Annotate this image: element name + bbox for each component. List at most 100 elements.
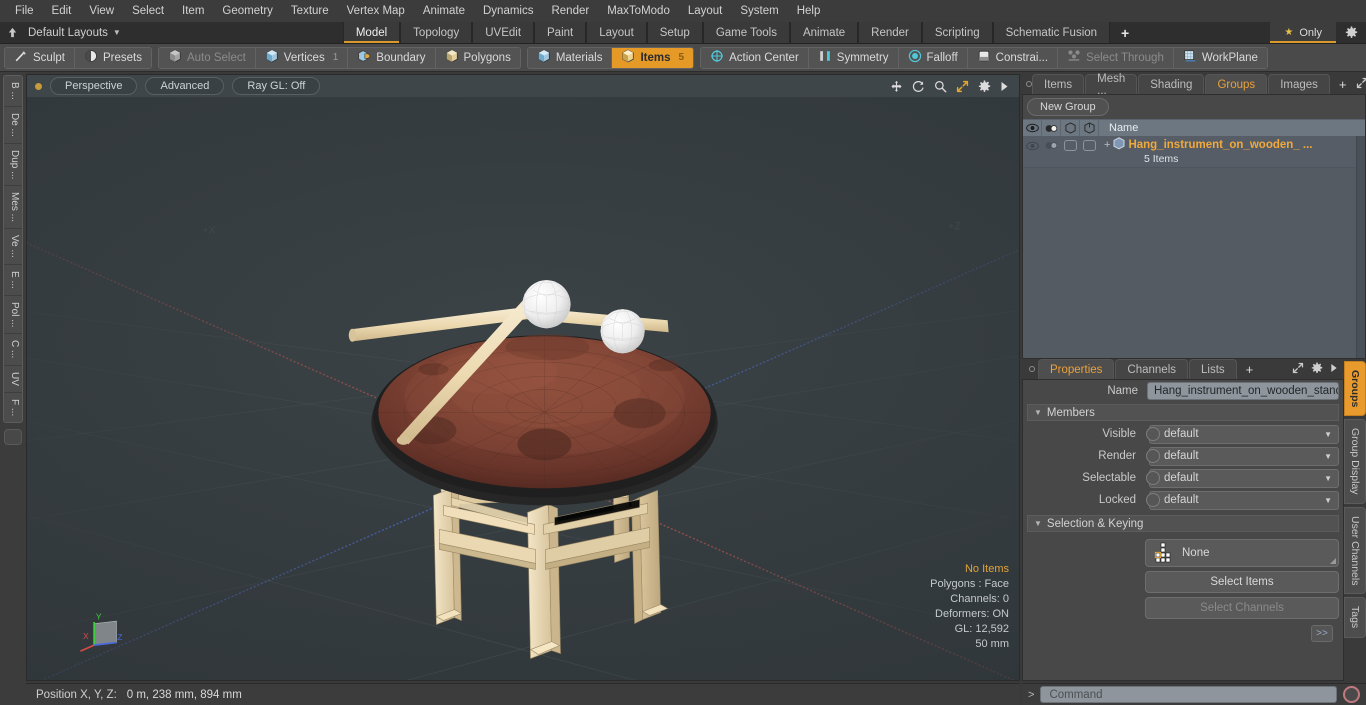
gear-icon[interactable] [978,79,991,93]
handpan-on-wooden-stand-model[interactable] [27,97,1019,678]
menu-item-layout[interactable]: Layout [679,2,732,20]
right-vtab-user-channels[interactable]: User Channels [1344,506,1366,595]
members-section-header[interactable]: ▼ Members [1027,404,1339,421]
row-lock-checkbox[interactable] [1080,136,1099,155]
toolbar-button-symmetry[interactable]: Symmetry [808,47,899,68]
toolbar-button-workplane[interactable]: WorkPlane [1173,47,1267,68]
home-icon[interactable] [0,22,24,43]
toolbar-button-presets[interactable]: Presets [74,47,151,68]
move-icon[interactable] [890,80,903,93]
add-layout-tab-button[interactable]: + [1110,22,1140,43]
chevron-right-icon[interactable] [1330,363,1338,376]
zoom-icon[interactable] [934,80,947,93]
property-toggle-selectable[interactable] [1146,471,1160,485]
toolbar-button-select-through[interactable]: Select Through [1058,47,1174,68]
viewport-menu-dot-icon[interactable] [35,82,42,90]
selection-set-picker[interactable]: None [1145,539,1339,567]
tab-lists[interactable]: Lists [1189,359,1237,379]
menu-item-animate[interactable]: Animate [414,2,474,20]
property-dropdown-locked[interactable]: default ▼ [1149,490,1339,510]
tab-groups[interactable]: Groups [1205,74,1268,94]
viewport-raygl-button[interactable]: Ray GL: Off [232,77,321,95]
select-items-button[interactable]: Select Items [1145,571,1339,593]
menu-item-file[interactable]: File [6,2,43,20]
menu-item-edit[interactable]: Edit [43,2,81,20]
layout-tab-setup[interactable]: Setup [646,22,703,43]
row-selectable-checkbox[interactable] [1061,136,1080,155]
right-vtab-groups[interactable]: Groups [1344,361,1366,417]
only-toggle[interactable]: ★ Only [1270,22,1336,43]
viewport-shading-button[interactable]: Advanced [145,77,225,95]
layout-tab-schematic-fusion[interactable]: Schematic Fusion [992,22,1111,43]
toolbar-button-vertices[interactable]: Vertices 1 [255,47,349,68]
menu-item-texture[interactable]: Texture [282,2,338,20]
left-tool-tab-8[interactable]: UV [4,366,22,393]
groups-list[interactable]: + Hang_instrument_on_wooden_ ... 5 Items [1023,136,1365,358]
add-groups-tab-button[interactable]: + [1331,74,1355,94]
tab-images[interactable]: Images [1268,74,1330,94]
layout-tab-scripting[interactable]: Scripting [921,22,993,43]
tab-items[interactable]: Items [1032,74,1085,94]
toolbar-button-sculpt[interactable]: Sculpt [5,47,75,68]
axis-gizmo[interactable]: X Y Z [75,610,127,658]
property-dropdown-render[interactable]: default ▼ [1149,446,1339,466]
menu-item-maxtomodo[interactable]: MaxToModo [598,2,679,20]
command-input[interactable]: Command [1040,686,1337,703]
toolbar-button-action-center[interactable]: Action Center [701,47,809,68]
left-tool-tab-4[interactable]: Ve ... [4,229,22,265]
menu-item-render[interactable]: Render [542,2,598,20]
selection-keying-section-header[interactable]: ▼ Selection & Keying [1027,515,1339,532]
layout-tab-topology[interactable]: Topology [400,22,473,43]
add-properties-tab-button[interactable]: + [1238,359,1262,379]
panel-menu-dot-icon[interactable] [1026,359,1038,379]
gear-icon[interactable] [1311,361,1323,377]
expand-icon[interactable] [1292,362,1304,377]
toolbar-button-materials[interactable]: Materials [527,47,613,68]
menu-item-geometry[interactable]: Geometry [213,2,282,20]
left-tool-tab-0[interactable]: B ... [4,76,22,107]
table-row[interactable]: + Hang_instrument_on_wooden_ ... 5 Items [1023,136,1365,168]
gear-icon[interactable] [1336,22,1366,43]
left-tool-tab-7[interactable]: C ... [4,334,22,366]
menu-item-help[interactable]: Help [788,2,830,20]
tab-shading[interactable]: Shading [1138,74,1205,94]
row-render-icon[interactable] [1042,136,1061,155]
record-icon[interactable] [1343,686,1360,703]
viewport-projection-button[interactable]: Perspective [50,77,138,95]
property-dropdown-visible[interactable]: default ▼ [1149,424,1339,444]
menu-item-item[interactable]: Item [173,2,213,20]
tab-channels[interactable]: Channels [1115,359,1189,379]
row-visible-eye-icon[interactable] [1023,136,1042,155]
menu-item-system[interactable]: System [731,2,787,20]
left-tool-tab-3[interactable]: Mes ... [4,186,22,230]
toolbar-button-polygons[interactable]: Polygons [435,47,520,68]
menu-item-dynamics[interactable]: Dynamics [474,2,542,20]
layout-tab-render[interactable]: Render [858,22,922,43]
layout-tab-paint[interactable]: Paint [534,22,587,43]
toolbar-button-items[interactable]: Items 5 [612,47,694,68]
name-input[interactable]: Hang_instrument_on_wooden_stand ▸ [1147,382,1339,400]
groups-list-scrollbar[interactable] [1356,136,1365,358]
left-tool-tab-9[interactable]: F ... [4,393,22,422]
right-vtab-tags[interactable]: Tags [1344,597,1366,638]
layout-tab-animate[interactable]: Animate [789,22,859,43]
fit-icon[interactable] [956,80,969,93]
property-dropdown-selectable[interactable]: default ▼ [1149,468,1339,488]
layout-tab-game-tools[interactable]: Game Tools [702,22,790,43]
property-toggle-render[interactable] [1146,449,1160,463]
default-layouts-dropdown[interactable]: Default Layouts ▼ [24,22,131,43]
expand-icon[interactable] [1356,77,1366,92]
tab-mesh[interactable]: Mesh ... [1085,73,1138,97]
layout-tab-uvedit[interactable]: UVEdit [472,22,535,43]
more-options-button[interactable]: >> [1311,625,1333,642]
menu-item-view[interactable]: View [80,2,123,20]
property-toggle-visible[interactable] [1146,427,1160,441]
toolbar-button-falloff[interactable]: Falloff [898,47,968,68]
layout-tab-model[interactable]: Model [342,22,401,43]
chevron-right-icon[interactable] [1000,81,1009,92]
menu-item-vertex-map[interactable]: Vertex Map [338,2,414,20]
property-toggle-locked[interactable] [1146,493,1160,507]
menu-item-select[interactable]: Select [123,2,173,20]
right-vtab-group-display[interactable]: Group Display [1344,419,1366,504]
3d-viewport[interactable]: +X +Z X Y Z No Items Polygons: Face Cha… [27,97,1019,680]
